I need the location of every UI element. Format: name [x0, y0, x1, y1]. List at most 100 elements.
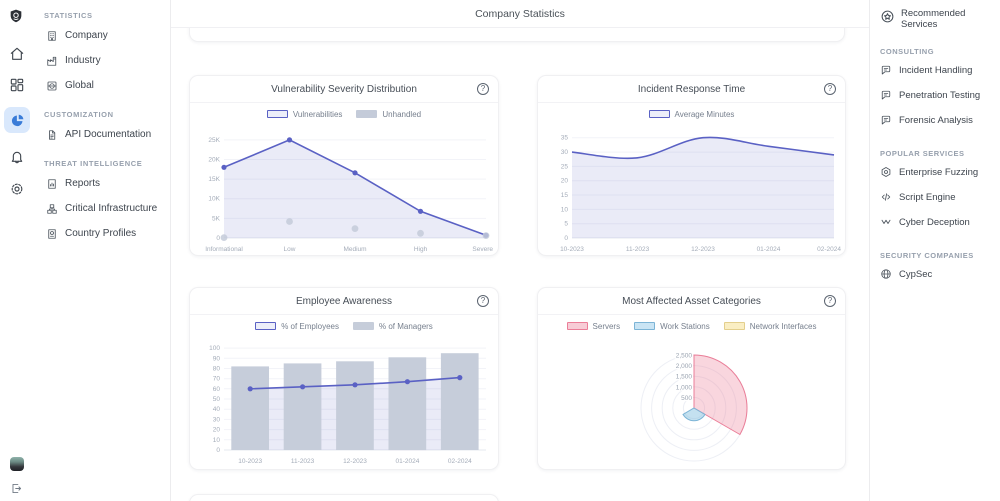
svg-text:30: 30 — [213, 416, 221, 423]
logout-icon[interactable] — [10, 482, 23, 495]
svg-text:12-2023: 12-2023 — [691, 246, 715, 253]
sidebar-item-industry[interactable]: Industry — [34, 48, 170, 73]
svg-text:25: 25 — [560, 163, 568, 170]
app-logo-icon — [8, 8, 24, 24]
svg-text:15: 15 — [560, 192, 568, 199]
svg-text:10: 10 — [560, 206, 568, 213]
service-item-forensic-analysis[interactable]: Forensic Analysis — [880, 108, 996, 133]
sidebar-item-api-documentation[interactable]: API Documentation — [34, 122, 170, 147]
chart-legend: Average Minutes — [538, 106, 845, 122]
main-content: Company Statistics Vulnerability Severit… — [170, 0, 870, 501]
svg-text:Severe: Severe — [472, 246, 493, 253]
section-title-popular-services: POPULAR SERVICES — [880, 149, 996, 158]
chat-icon — [880, 64, 892, 76]
globe-grid-icon — [46, 80, 58, 92]
settings-gear-icon[interactable] — [9, 181, 25, 197]
help-icon[interactable]: ? — [824, 295, 836, 307]
infrastructure-icon — [46, 203, 58, 215]
company-item-cypsec[interactable]: CypSec — [880, 262, 996, 287]
legend-item[interactable]: % of Managers — [353, 322, 433, 331]
sidebar-item-global[interactable]: Global — [34, 73, 170, 98]
code-icon — [880, 191, 892, 203]
svg-text:1,000: 1,000 — [675, 384, 692, 391]
legend-label: Vulnerabilities — [293, 110, 343, 119]
user-avatar[interactable] — [10, 457, 24, 471]
service-item-incident-handling[interactable]: Incident Handling — [880, 58, 996, 83]
sidebar-item-label: Global — [65, 80, 94, 91]
legend-item[interactable]: Network Interfaces — [724, 322, 817, 331]
svg-text:25K: 25K — [208, 137, 220, 144]
svg-text:10K: 10K — [208, 196, 220, 203]
mask-icon — [880, 216, 892, 228]
svg-text:Informational: Informational — [205, 246, 243, 253]
legend-item[interactable]: Servers — [567, 322, 621, 331]
nav-statistics-active[interactable] — [4, 107, 30, 133]
card-header: Incident Response Time ? — [538, 76, 845, 103]
service-item-label: Incident Handling — [899, 65, 972, 76]
card-asset-categories: Most Affected Asset Categories ? Servers… — [537, 287, 846, 470]
legend-item[interactable]: Work Stations — [634, 322, 710, 331]
service-item-script-engine[interactable]: Script Engine — [880, 185, 996, 210]
globe-icon — [880, 268, 892, 280]
svg-text:10-2023: 10-2023 — [238, 458, 262, 465]
hex-gear-icon — [880, 166, 892, 178]
sidebar-item-label: Critical Infrastructure — [65, 203, 157, 214]
api-doc-icon — [46, 129, 58, 141]
service-item-label: Forensic Analysis — [899, 115, 973, 126]
chat-icon — [880, 114, 892, 126]
main-header: Company Statistics — [171, 0, 869, 28]
card-incident-response: Incident Response Time ? Average Minutes… — [537, 75, 846, 256]
section-title-consulting: CONSULTING — [880, 47, 996, 56]
service-item-label: Penetration Testing — [899, 90, 980, 101]
report-icon — [46, 178, 58, 190]
chart-legend: Vulnerabilities Unhandled — [190, 106, 498, 122]
svg-text:10-2023: 10-2023 — [560, 246, 584, 253]
legend-item[interactable]: Vulnerabilities — [267, 110, 343, 119]
help-icon[interactable]: ? — [477, 295, 489, 307]
legend-swatch — [255, 322, 276, 330]
sidebar-item-country-profiles[interactable]: Country Profiles — [34, 221, 170, 246]
svg-text:02-2024: 02-2024 — [817, 246, 841, 253]
sidebar-item-label: Company — [65, 30, 108, 41]
svg-text:11-2023: 11-2023 — [291, 458, 315, 465]
svg-text:50: 50 — [213, 396, 221, 403]
asset-categories-chart: 5001,0001,5002,0002,500 — [542, 334, 842, 472]
service-item-enterprise-fuzzing[interactable]: Enterprise Fuzzing — [880, 160, 996, 185]
legend-label: Servers — [593, 322, 621, 331]
sidebar-item-label: Reports — [65, 178, 100, 189]
recommended-services[interactable]: Recommended Services — [880, 8, 996, 31]
service-item-cyber-deception[interactable]: Cyber Deception — [880, 210, 996, 235]
incident-response-chart: 0510152025303510-202311-202312-202301-20… — [542, 122, 842, 258]
svg-text:20: 20 — [560, 178, 568, 185]
legend-item[interactable]: Average Minutes — [649, 110, 735, 119]
legend-swatch — [649, 110, 670, 118]
svg-text:20K: 20K — [208, 157, 220, 164]
legend-swatch — [267, 110, 288, 118]
legend-item[interactable]: Unhandled — [356, 110, 421, 119]
card-employee-awareness: Employee Awareness ? % of Employees % of … — [189, 287, 499, 470]
home-icon[interactable] — [9, 46, 25, 62]
sidebar-item-label: Industry — [65, 55, 101, 66]
legend-label: Work Stations — [660, 322, 710, 331]
legend-label: % of Employees — [281, 322, 339, 331]
service-item-penetration-testing[interactable]: Penetration Testing — [880, 83, 996, 108]
sidebar-item-reports[interactable]: Reports — [34, 171, 170, 196]
help-icon[interactable]: ? — [824, 83, 836, 95]
sidebar-item-company[interactable]: Company — [34, 23, 170, 48]
section-title-security-companies: SECURITY COMPANIES — [880, 251, 996, 260]
legend-label: Average Minutes — [675, 110, 735, 119]
svg-text:2,500: 2,500 — [675, 353, 692, 360]
dashboard-grid-icon[interactable] — [9, 77, 25, 93]
svg-text:01-2024: 01-2024 — [395, 458, 419, 465]
card-title: Employee Awareness — [296, 296, 392, 307]
notifications-bell-icon[interactable] — [9, 149, 25, 165]
country-profiles-icon — [46, 228, 58, 240]
building-icon — [46, 30, 58, 42]
right-sidebar: Recommended Services CONSULTING Incident… — [870, 0, 1000, 501]
svg-text:01-2024: 01-2024 — [756, 246, 780, 253]
svg-text:Medium: Medium — [343, 246, 366, 253]
help-icon[interactable]: ? — [477, 83, 489, 95]
legend-item[interactable]: % of Employees — [255, 322, 339, 331]
sidebar-item-critical-infrastructure[interactable]: Critical Infrastructure — [34, 196, 170, 221]
card-partial-bottom — [189, 494, 499, 501]
